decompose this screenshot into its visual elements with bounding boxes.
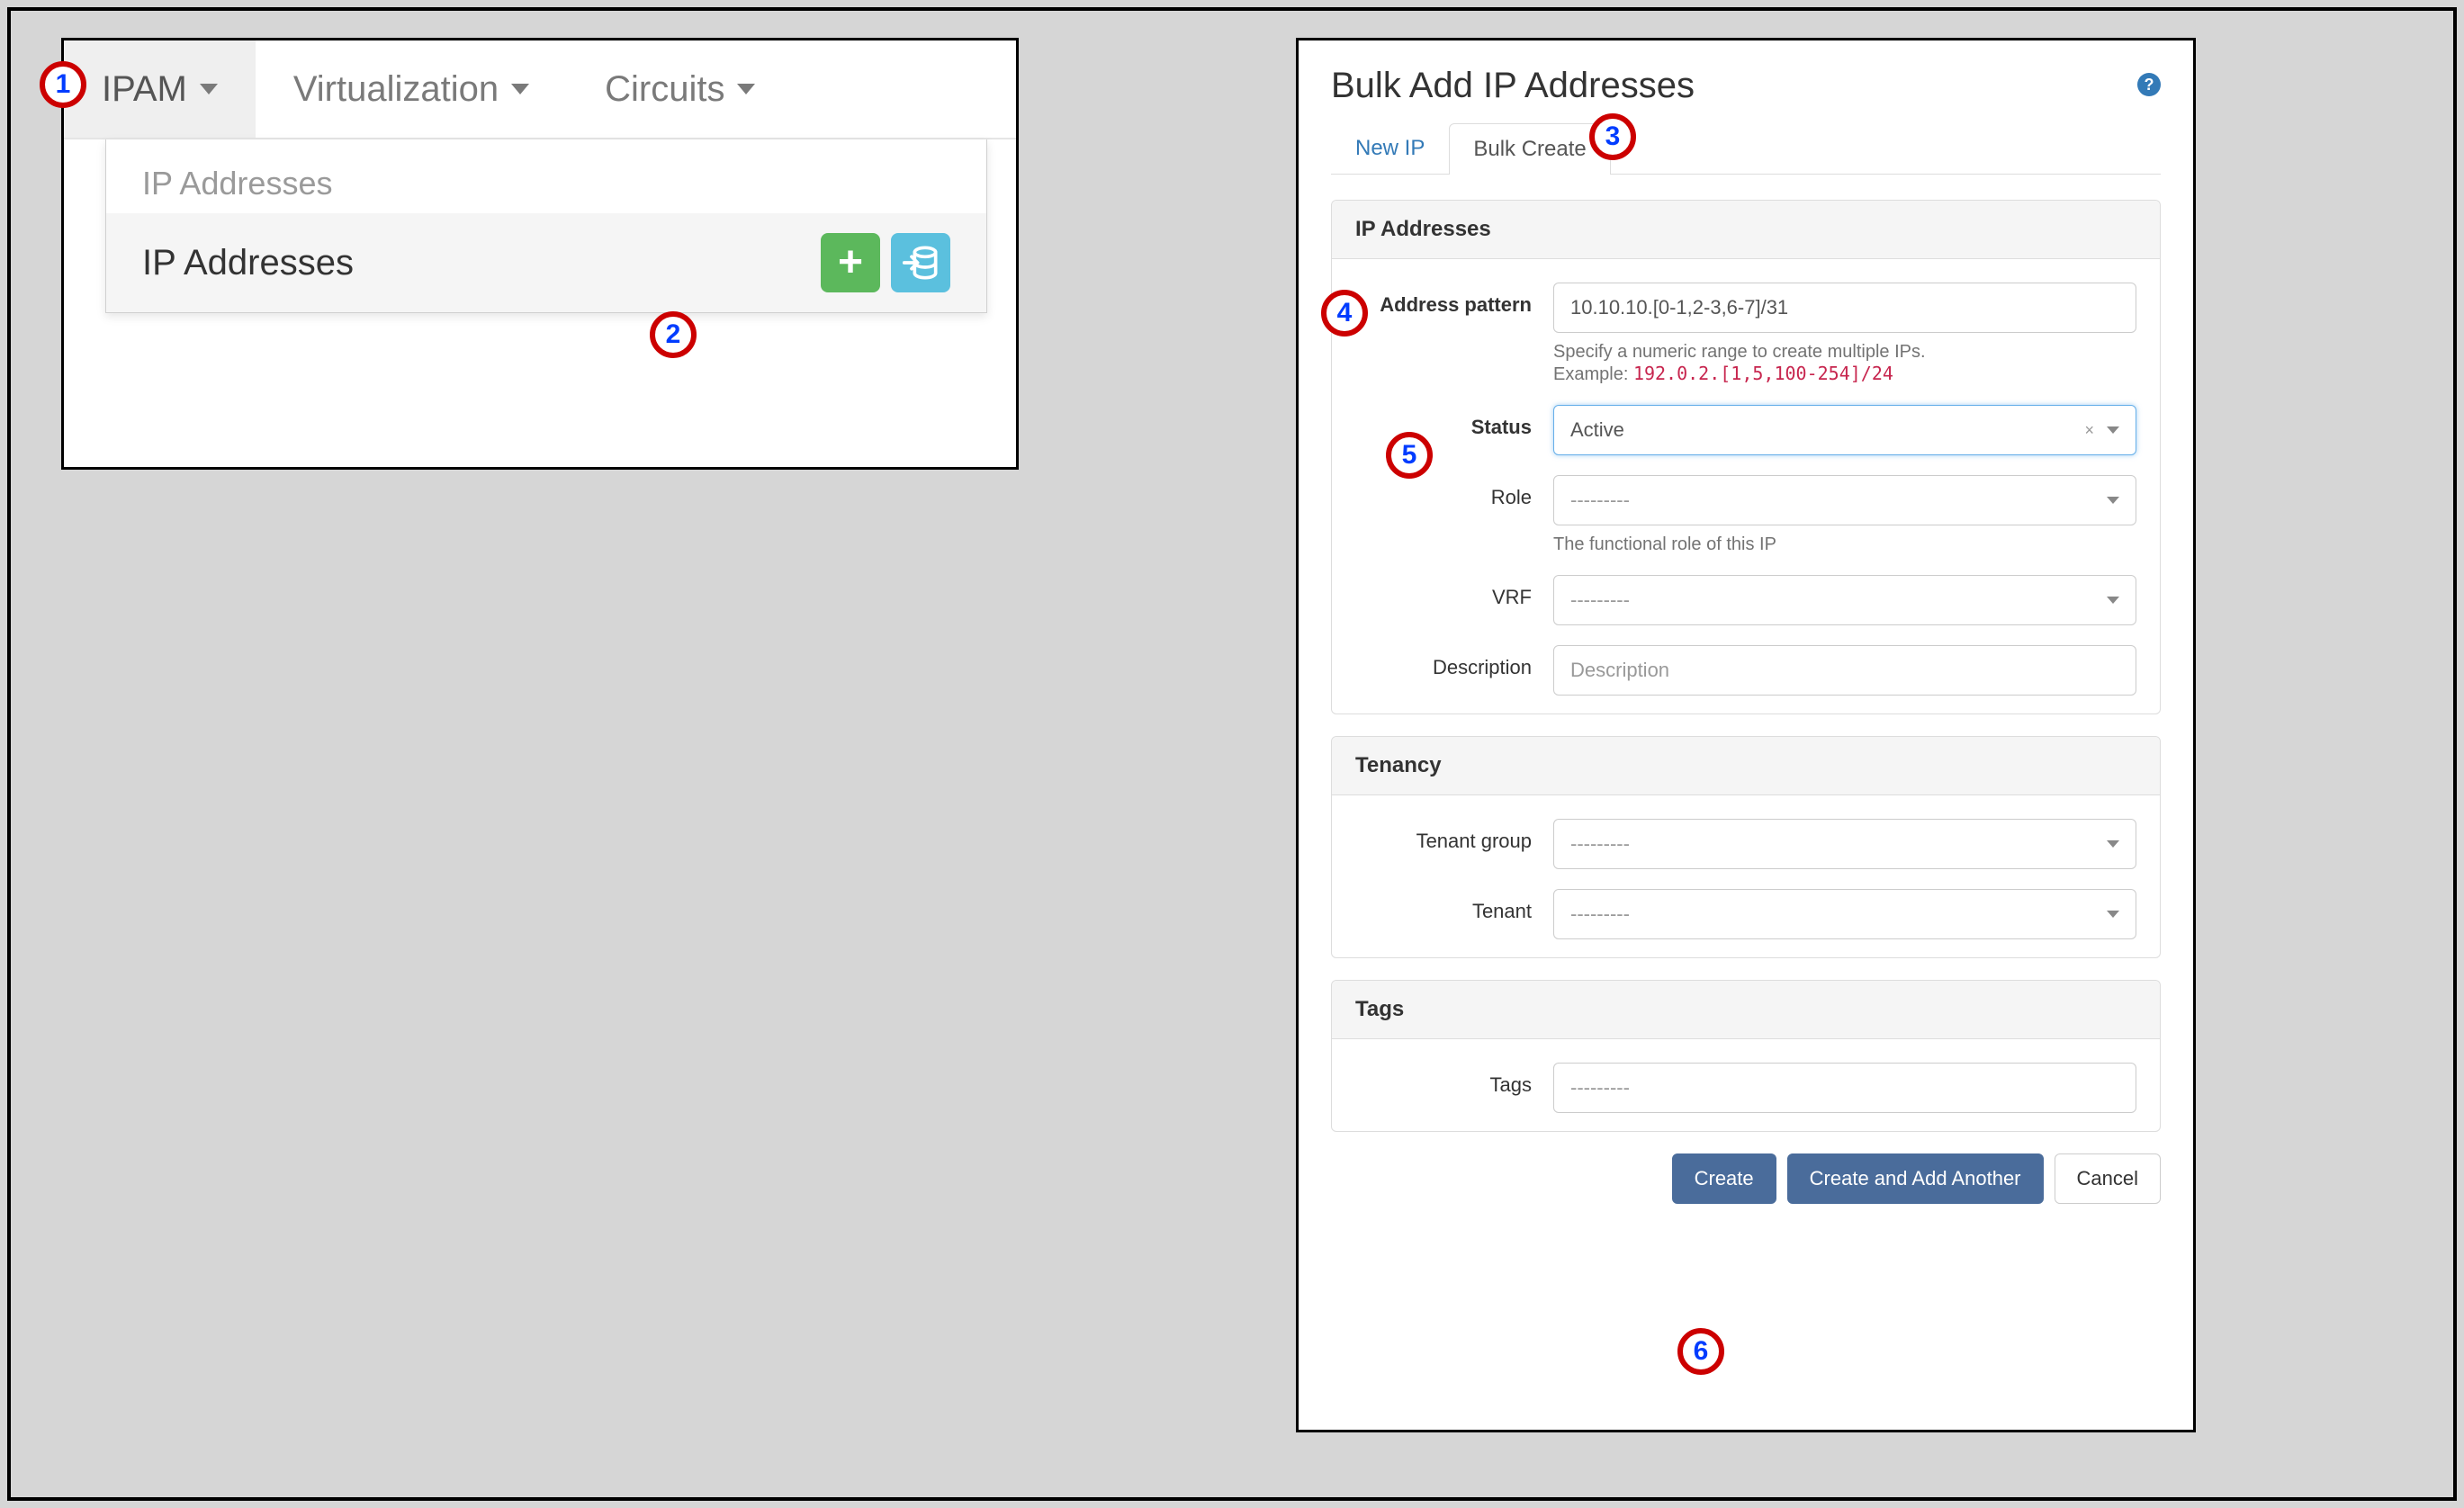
section-tags: Tags Tags --------- — [1331, 980, 2161, 1132]
chevron-down-icon — [2107, 426, 2119, 434]
caret-down-icon — [511, 84, 529, 94]
page-frame: 1 2 3 4 5 6 IPAM Virtualization Circuits… — [7, 7, 2457, 1501]
nav-virtualization[interactable]: Virtualization — [256, 40, 567, 138]
label-tenant-group: Tenant group — [1355, 819, 1553, 853]
select-tags[interactable]: --------- — [1553, 1063, 2136, 1113]
nav-circuits-label: Circuits — [605, 69, 724, 110]
select-tenant-group-placeholder: --------- — [1570, 832, 1630, 856]
section-tags-header: Tags — [1332, 981, 2160, 1039]
ipam-dropdown: IP Addresses IP Addresses + — [105, 139, 987, 313]
label-tags: Tags — [1355, 1063, 1553, 1097]
label-address-pattern: Address pattern — [1355, 283, 1553, 317]
select-tenant-group[interactable]: --------- — [1553, 819, 2136, 869]
input-address-pattern[interactable]: 10.10.10.[0-1,2-3,6-7]/31 — [1553, 283, 2136, 333]
create-button[interactable]: Create — [1672, 1153, 1776, 1204]
form-buttons: Create Create and Add Another Cancel — [1331, 1153, 2161, 1204]
clear-icon[interactable]: × — [2084, 421, 2094, 440]
form-title: Bulk Add IP Addresses — [1331, 66, 2161, 106]
nav-ipam[interactable]: IPAM — [64, 40, 256, 138]
help-address-pattern-line1: Specify a numeric range to create multip… — [1553, 342, 1926, 362]
dropdown-item-label: IP Addresses — [142, 243, 354, 283]
select-tenant-placeholder: --------- — [1570, 902, 1630, 926]
label-tenant: Tenant — [1355, 889, 1553, 923]
input-address-pattern-value: 10.10.10.[0-1,2-3,6-7]/31 — [1570, 296, 1788, 319]
add-button[interactable]: + — [821, 233, 880, 292]
label-status: Status — [1355, 405, 1553, 439]
chevron-down-icon — [2107, 840, 2119, 848]
help-address-pattern: Specify a numeric range to create multip… — [1553, 342, 2136, 385]
callout-6: 6 — [1677, 1328, 1724, 1375]
chevron-down-icon — [2107, 597, 2119, 604]
help-example-prefix: Example: — [1553, 364, 1633, 384]
tab-bulk-create[interactable]: Bulk Create — [1449, 123, 1610, 175]
database-import-icon — [903, 245, 939, 281]
caret-down-icon — [200, 84, 218, 94]
caret-down-icon — [737, 84, 755, 94]
select-tags-placeholder: --------- — [1570, 1076, 1630, 1100]
section-tenancy: Tenancy Tenant group --------- Tenant — [1331, 736, 2161, 958]
select-vrf[interactable]: --------- — [1553, 575, 2136, 625]
nav-panel: IPAM Virtualization Circuits IP Addresse… — [61, 38, 1019, 470]
select-tenant[interactable]: --------- — [1553, 889, 2136, 939]
cancel-button[interactable]: Cancel — [2055, 1153, 2161, 1204]
dropdown-header: IP Addresses — [106, 139, 986, 213]
form-panel: ? Bulk Add IP Addresses New IP Bulk Crea… — [1296, 38, 2196, 1432]
select-vrf-placeholder: --------- — [1570, 588, 1630, 612]
help-icon[interactable]: ? — [2137, 73, 2161, 96]
callout-1: 1 — [40, 61, 86, 108]
callout-5: 5 — [1386, 432, 1433, 479]
label-description: Description — [1355, 645, 1553, 679]
nav-ipam-label: IPAM — [102, 69, 187, 110]
help-example-code: 192.0.2.[1,5,100-254]/24 — [1633, 363, 1893, 384]
plus-icon: + — [838, 241, 863, 284]
label-vrf: VRF — [1355, 575, 1553, 609]
create-add-another-button[interactable]: Create and Add Another — [1787, 1153, 2044, 1204]
label-role: Role — [1355, 475, 1553, 509]
select-status-value: Active — [1570, 418, 1624, 442]
input-description[interactable]: Description — [1553, 645, 2136, 696]
chevron-down-icon — [2107, 911, 2119, 918]
help-role: The functional role of this IP — [1553, 534, 2136, 555]
dropdown-item-ip-addresses[interactable]: IP Addresses + — [106, 213, 986, 312]
select-role[interactable]: --------- — [1553, 475, 2136, 525]
tab-new-ip[interactable]: New IP — [1331, 122, 1449, 174]
dropdown-item-actions: + — [821, 233, 950, 292]
callout-3: 3 — [1589, 113, 1636, 160]
section-ip-addresses: IP Addresses Address pattern 10.10.10.[0… — [1331, 200, 2161, 714]
select-role-placeholder: --------- — [1570, 489, 1630, 512]
callout-2: 2 — [650, 311, 697, 358]
nav-bar: IPAM Virtualization Circuits — [64, 40, 1016, 139]
import-button[interactable] — [891, 233, 950, 292]
chevron-down-icon — [2107, 497, 2119, 504]
select-status[interactable]: Active × — [1553, 405, 2136, 455]
section-tenancy-header: Tenancy — [1332, 737, 2160, 795]
section-ip-header: IP Addresses — [1332, 201, 2160, 259]
input-description-placeholder: Description — [1570, 659, 1669, 682]
nav-virtualization-label: Virtualization — [293, 69, 499, 110]
callout-4: 4 — [1321, 290, 1368, 337]
form-tabs: New IP Bulk Create — [1331, 122, 2161, 175]
nav-circuits[interactable]: Circuits — [567, 40, 793, 138]
